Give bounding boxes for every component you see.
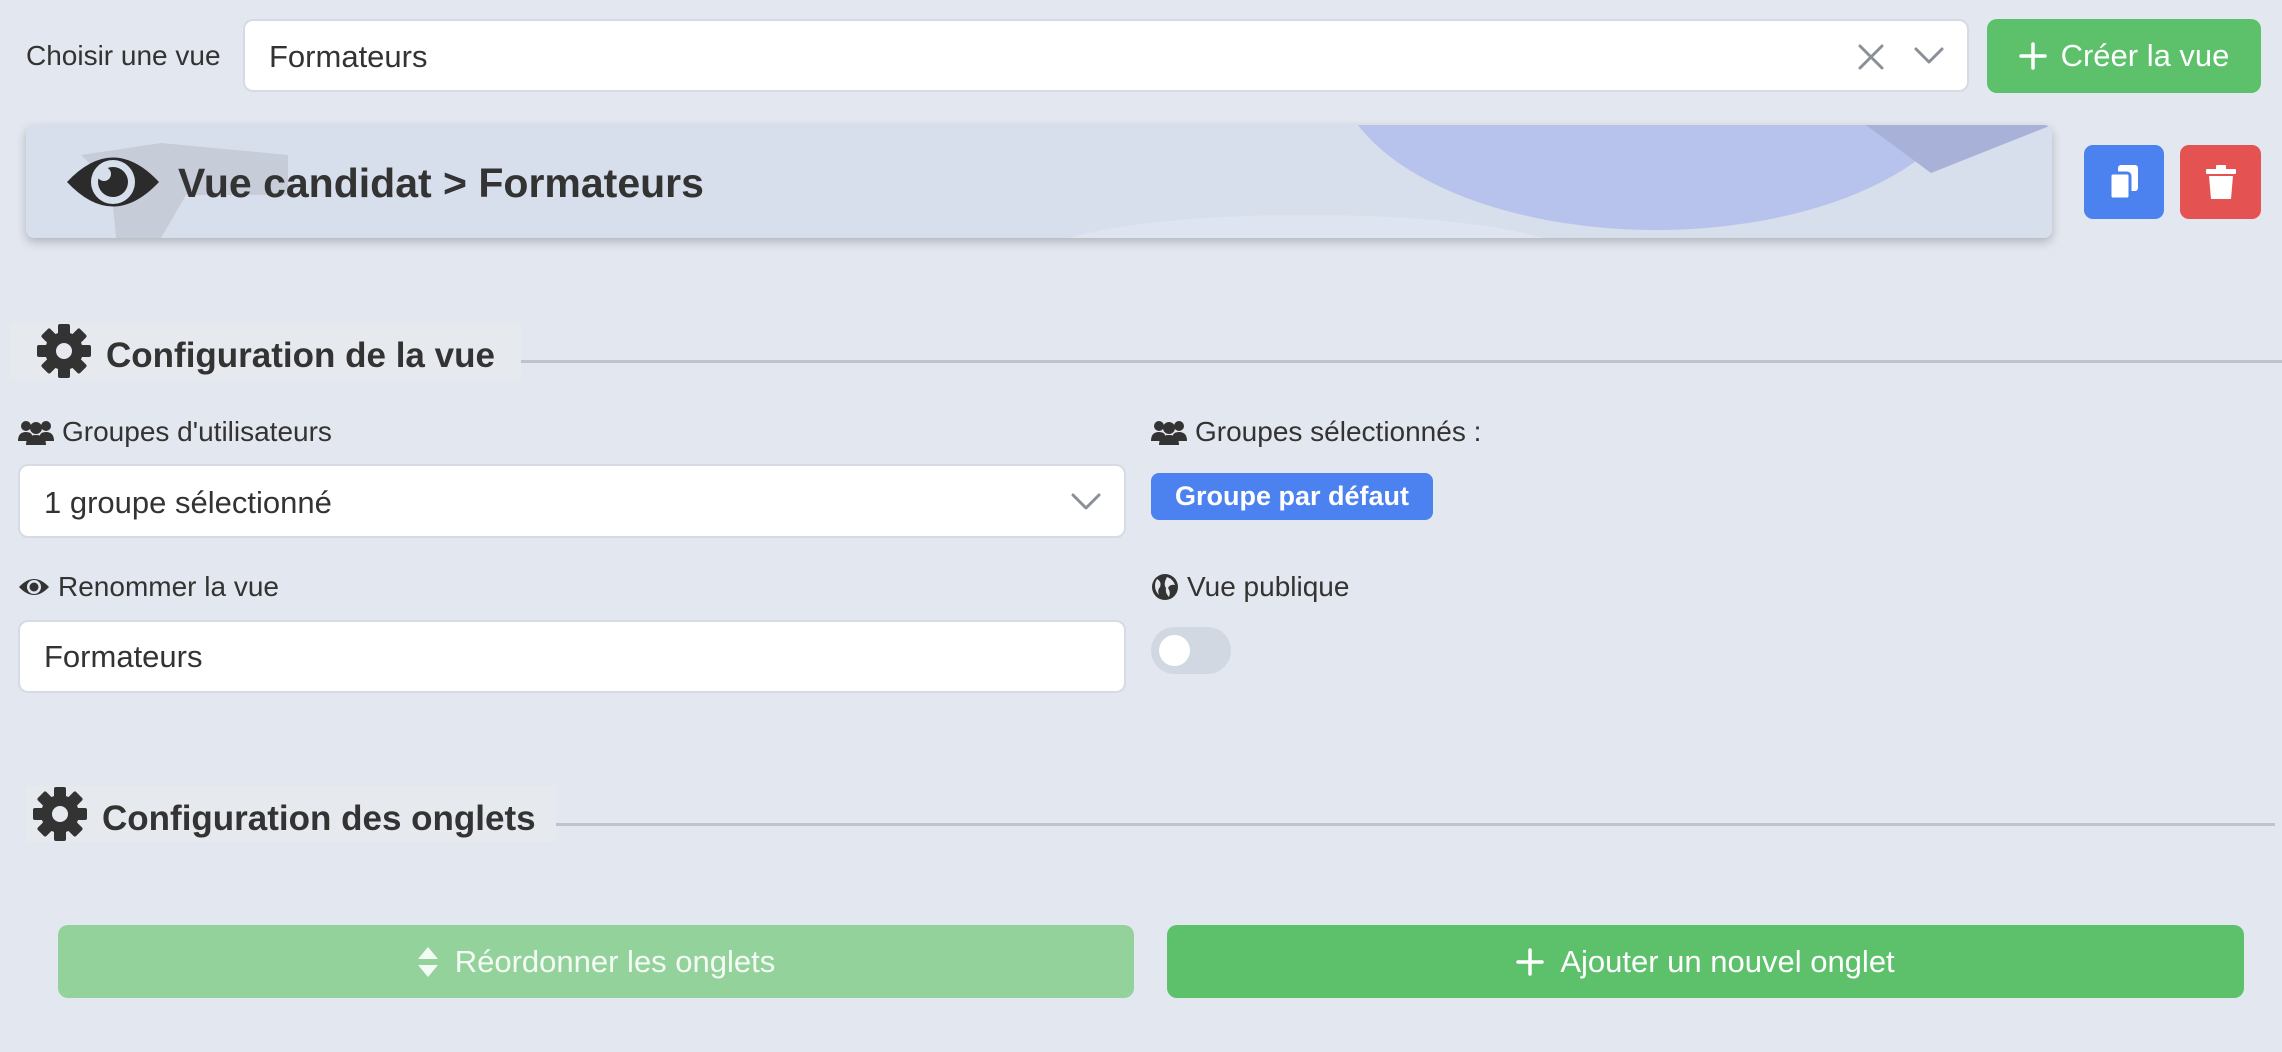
public-view-label-text: Vue publique [1187,571,1350,602]
add-tab-label: Ajouter un nouvel onglet [1560,943,1895,979]
user-groups-label: Groupes d'utilisateurs [18,415,332,449]
banner-title: Vue candidat > Formateurs [178,160,704,206]
tabs-config-title: Configuration des onglets [102,799,536,838]
tabs-config-header: Configuration des onglets [26,786,556,842]
rename-view-label-text: Renommer la vue [58,571,279,602]
duplicate-view-button[interactable] [2084,145,2164,219]
section-divider [505,360,2282,363]
toggle-knob [1159,635,1190,666]
section-divider [525,823,2275,826]
users-icon [1151,419,1187,445]
trash-icon [2205,164,2236,200]
gear-icon [32,786,88,842]
rename-view-label: Renommer la vue [18,570,279,604]
chevron-down-icon[interactable] [1913,45,1945,67]
delete-view-button[interactable] [2180,145,2261,219]
plus-icon [1516,947,1545,976]
reorder-tabs-label: Réordonner les onglets [454,943,776,979]
view-config-title: Configuration de la vue [106,336,495,375]
globe-icon [1151,573,1179,601]
users-icon [18,419,54,445]
group-badge[interactable]: Groupe par défaut [1151,473,1434,520]
public-view-label: Vue publique [1151,570,1349,604]
sort-icon [417,946,439,978]
copy-icon [2108,163,2140,201]
selected-groups-label-text: Groupes sélectionnés : [1195,416,1482,447]
selected-groups-label: Groupes sélectionnés : [1151,415,1481,449]
reorder-tabs-button[interactable]: Réordonner les onglets [58,925,1134,998]
public-view-toggle[interactable] [1151,627,1231,674]
view-banner: Vue candidat > Formateurs [26,125,2052,238]
view-select-value: Formateurs [269,39,428,74]
create-view-button[interactable]: Créer la vue [1987,19,2261,93]
add-tab-button[interactable]: Ajouter un nouvel onglet [1167,925,2244,998]
plus-icon [2018,42,2047,70]
view-select[interactable]: Formateurs [243,19,1969,92]
create-view-label: Créer la vue [2060,38,2230,73]
user-groups-value: 1 groupe sélectionné [44,485,332,520]
user-groups-label-text: Groupes d'utilisateurs [62,416,332,447]
eye-icon [64,145,162,219]
gear-icon [36,323,92,379]
rename-view-input[interactable]: Formateurs [18,620,1126,693]
eye-icon [18,575,50,599]
chevron-down-icon[interactable] [1070,491,1102,513]
close-icon[interactable] [1855,41,1887,73]
choose-view-label: Choisir une vue [26,40,221,71]
view-config-header: Configuration de la vue [10,323,521,379]
user-groups-select[interactable]: 1 groupe sélectionné [18,464,1126,538]
